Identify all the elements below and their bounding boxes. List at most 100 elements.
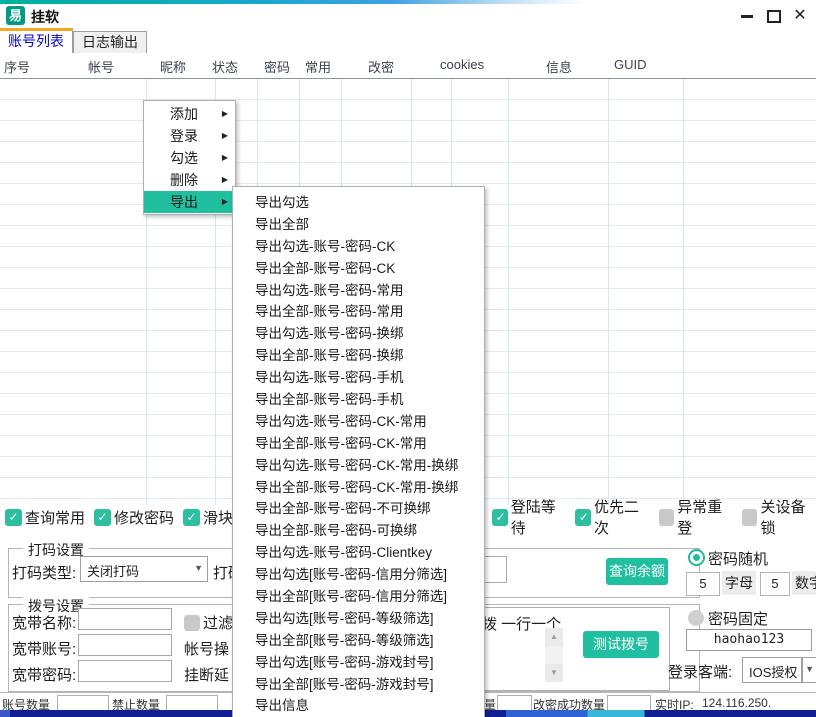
window-title: 挂软 <box>31 7 59 27</box>
dial-row-label: 宽带名称: <box>12 612 76 633</box>
password-fixed-radio[interactable] <box>688 610 704 626</box>
titlebar[interactable]: 易 挂软 ✕ <box>0 4 816 28</box>
option-checkbox[interactable]: ✓ 查询常用 <box>5 507 85 528</box>
column-gridline <box>508 79 509 505</box>
letters-count-input[interactable]: 5 <box>686 572 720 596</box>
chevron-down-icon: ▼ <box>805 664 814 674</box>
dial-extra-label: 帐号操 <box>184 638 229 659</box>
column-header[interactable]: 昵称 <box>160 57 186 76</box>
checkbox-icon: ✓ <box>575 509 591 526</box>
context-menu-item[interactable]: 勾选 ▶ <box>144 147 235 169</box>
export-menu-item[interactable]: 导出勾选-账号-密码-常用 <box>233 280 484 302</box>
submenu-arrow-icon: ▶ <box>222 191 228 213</box>
export-menu-item[interactable]: 导出全部-账号-密码-CK <box>233 258 484 280</box>
check-icon: ✓ <box>94 509 111 526</box>
export-menu-item[interactable]: 导出全部-账号-密码-换绑 <box>233 345 484 367</box>
captcha-type-select[interactable]: 关闭打码 ▼ <box>80 556 208 582</box>
option-checkbox[interactable]: ✓ 修改密码 <box>94 507 174 528</box>
export-menu-item[interactable]: 导出勾选-账号-密码-手机 <box>233 367 484 389</box>
letters-label: 字母 <box>722 571 756 595</box>
export-menu-item[interactable]: 导出勾选 <box>233 192 484 214</box>
dial-row-label: 宽带密码: <box>12 664 76 685</box>
checkbox-icon: ✓ <box>742 509 758 526</box>
column-header[interactable]: 状态 <box>212 57 238 76</box>
accounts-count-field <box>57 695 109 711</box>
captcha-type-value: 关闭打码 <box>87 561 139 580</box>
checkbox-label: 登陆等待 <box>511 496 567 538</box>
column-header[interactable]: 常用 <box>305 57 331 76</box>
dial-extra-label: 挂断延 <box>184 664 229 685</box>
export-menu-item[interactable]: 导出勾选[账号-密码-游戏封号] <box>233 652 484 674</box>
login-client-arrow-button[interactable]: ▼ <box>802 657 816 683</box>
context-menu-item[interactable]: 添加 ▶ <box>144 103 235 125</box>
tab[interactable]: 账号列表 <box>0 28 73 53</box>
export-menu-item[interactable]: 导出全部-账号-密码-常用 <box>233 301 484 323</box>
export-menu-item[interactable]: 导出全部[账号-密码-信用分筛选] <box>233 586 484 608</box>
column-header[interactable]: 序号 <box>4 57 30 76</box>
dial-row-input[interactable] <box>78 608 172 630</box>
menu-item-label: 添加 <box>170 106 198 122</box>
column-header[interactable]: cookies <box>440 57 484 72</box>
checkbox-icon: ✓ <box>659 509 675 526</box>
toggle-row-right: ✓ 登陆等待 ✓ 优先二次 ✓ 异常重登 ✓ 关设备锁 <box>492 507 816 527</box>
submenu-arrow-icon: ▶ <box>222 103 228 125</box>
chevron-down-icon: ▼ <box>194 563 203 573</box>
export-menu-item[interactable]: 导出勾选-账号-密码-CK-常用 <box>233 411 484 433</box>
column-header[interactable]: GUID <box>614 57 647 72</box>
option-checkbox[interactable]: ✓ 关设备锁 <box>742 496 816 538</box>
password-random-label: 密码随机 <box>708 548 768 569</box>
export-menu-item[interactable]: 导出勾选[账号-密码-等级筛选] <box>233 608 484 630</box>
tab[interactable]: 日志输出 <box>73 31 147 53</box>
column-header[interactable]: 改密 <box>368 57 394 76</box>
export-menu-item[interactable]: 导出勾选-账号-密码-Clientkey <box>233 542 484 564</box>
menu-item-label: 勾选 <box>170 150 198 166</box>
option-checkbox[interactable]: ✓ 登陆等待 <box>492 496 566 538</box>
login-client-select[interactable]: IOS授权 <box>742 657 802 683</box>
password-random-radio[interactable] <box>688 549 705 566</box>
filter-checkbox[interactable] <box>184 615 200 631</box>
submenu-arrow-icon: ▶ <box>222 147 228 169</box>
export-menu-item[interactable]: 导出全部-账号-密码-不可换绑 <box>233 498 484 520</box>
export-menu-item[interactable]: 导出勾选-账号-密码-CK <box>233 236 484 258</box>
scrollbar[interactable]: ▲ ▼ <box>545 628 563 682</box>
option-checkbox[interactable]: ✓ 异常重登 <box>659 496 733 538</box>
option-checkbox[interactable]: ✓ 优先二次 <box>575 496 649 538</box>
export-menu-item[interactable]: 导出全部[账号-密码-游戏封号] <box>233 674 484 696</box>
realtime-ip-value: 124.116.250. <box>702 696 771 710</box>
tab-label: 账号列表 <box>8 33 64 49</box>
close-button[interactable]: ✕ <box>787 5 813 27</box>
maximize-button[interactable] <box>761 5 787 27</box>
digits-count-input[interactable]: 5 <box>760 572 790 596</box>
test-dial-button[interactable]: 测试拨号 <box>583 631 659 658</box>
dial-row-input[interactable] <box>78 660 172 682</box>
export-menu-item[interactable]: 导出勾选-账号-密码-换绑 <box>233 323 484 345</box>
tab-label: 日志输出 <box>82 34 138 50</box>
export-menu-item[interactable]: 导出全部-账号-密码-手机 <box>233 389 484 411</box>
dial-row-input[interactable] <box>78 634 172 656</box>
context-menu-item[interactable]: 删除 ▶ <box>144 169 235 191</box>
export-menu-item[interactable]: 导出全部-账号-密码-CK-常用-换绑 <box>233 477 484 499</box>
minimize-button[interactable] <box>734 5 760 27</box>
column-header[interactable]: 帐号 <box>88 57 114 76</box>
export-menu-item[interactable]: 导出勾选-账号-密码-CK-常用-换绑 <box>233 455 484 477</box>
export-menu-item[interactable]: 导出信息 <box>233 695 484 717</box>
changed-count-field <box>607 695 651 711</box>
export-menu-item[interactable]: 导出勾选[账号-密码-信用分筛选] <box>233 564 484 586</box>
password-fixed-label: 密码固定 <box>708 608 768 629</box>
fixed-password-input[interactable]: haohao123 <box>686 629 812 651</box>
export-menu-item[interactable]: 导出全部 <box>233 214 484 236</box>
check-balance-button[interactable]: 查询余额 <box>606 558 668 585</box>
context-menu-item[interactable]: 导出 ▶ <box>144 191 235 213</box>
export-menu-item[interactable]: 导出全部-账号-密码-可换绑 <box>233 520 484 542</box>
column-gridline <box>608 79 609 505</box>
table-header-row: 序号 帐号 昵称 状态 密码 常用 改密 cookies 信息 GUID <box>0 53 816 79</box>
column-header[interactable]: 密码 <box>264 57 290 76</box>
context-menu-item[interactable]: 登录 ▶ <box>144 125 235 147</box>
checkbox-icon: ✓ <box>5 509 22 526</box>
export-menu-item[interactable]: 导出全部-账号-密码-CK-常用 <box>233 433 484 455</box>
checkbox-icon: ✓ <box>492 509 508 526</box>
scroll-down-icon[interactable]: ▼ <box>545 664 563 682</box>
column-header[interactable]: 信息 <box>546 57 572 76</box>
scroll-up-icon[interactable]: ▲ <box>545 628 563 646</box>
export-menu-item[interactable]: 导出全部[账号-密码-等级筛选] <box>233 630 484 652</box>
